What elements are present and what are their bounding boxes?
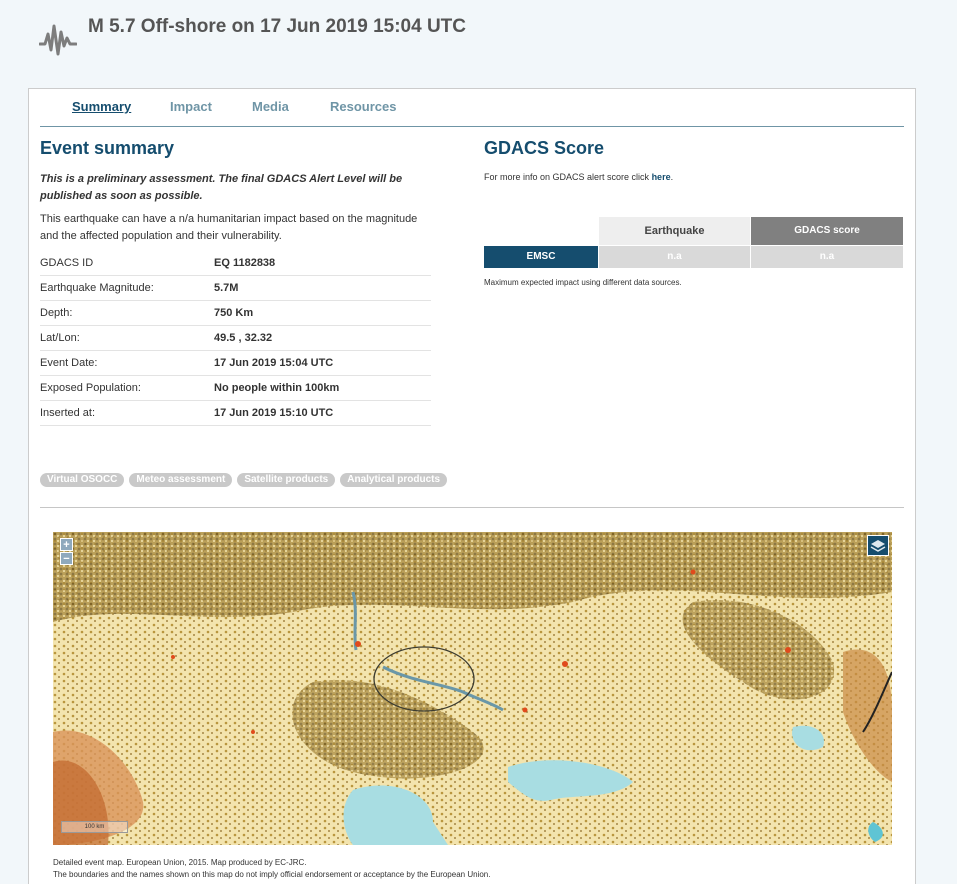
info-row-magnitude: Earthquake Magnitude: 5.7M	[40, 276, 431, 301]
info-value: 17 Jun 2019 15:04 UTC	[214, 357, 334, 369]
info-value: 750 Km	[214, 307, 254, 319]
satellite-products-button[interactable]: Satellite products	[237, 473, 336, 487]
info-row-event-date: Event Date: 17 Jun 2019 15:04 UTC	[40, 351, 431, 376]
product-pills: Virtual OSOCC Meteo assessment Satellite p…	[40, 469, 452, 487]
info-row-gdacs-id: GDACS ID EQ 1182838	[40, 251, 431, 276]
tab-impact[interactable]: Impact	[170, 99, 212, 114]
info-value: 5.7M	[214, 282, 239, 294]
info-label: Exposed Population:	[40, 382, 141, 394]
info-row-latlon: Lat/Lon: 49.5 , 32.32	[40, 326, 431, 351]
score-info-prefix: For more info on GDACS alert score click	[484, 172, 652, 182]
gdacs-score-heading: GDACS Score	[484, 138, 605, 158]
event-info-table: GDACS ID EQ 1182838 Earthquake Magnitude…	[40, 251, 431, 426]
info-value: 17 Jun 2019 15:10 UTC	[214, 407, 334, 419]
zoom-in-button[interactable]: +	[60, 538, 73, 551]
event-map[interactable]: + − 100 km	[53, 532, 892, 845]
earthquake-column-header: Earthquake	[599, 217, 750, 245]
info-row-depth: Depth: 750 Km	[40, 301, 431, 326]
meteo-assessment-button[interactable]: Meteo assessment	[129, 473, 233, 487]
tab-bar: Summary Impact Media Resources	[40, 89, 904, 127]
gdacs-score-value: n.a	[751, 246, 903, 268]
map-caption-line1: Detailed event map. European Union, 2015…	[53, 858, 307, 867]
section-divider	[40, 507, 904, 508]
info-row-exposed-population: Exposed Population: No people within 100…	[40, 376, 431, 401]
tab-summary[interactable]: Summary	[72, 99, 131, 114]
gdacs-score-column-header: GDACS score	[751, 217, 903, 245]
map-caption: Detailed event map. European Union, 2015…	[53, 857, 490, 881]
score-info-link[interactable]: here	[652, 172, 671, 182]
map-terrain	[53, 532, 892, 845]
info-label: Event Date:	[40, 357, 98, 369]
map-caption-line2: The boundaries and the names shown on th…	[53, 870, 491, 879]
info-label: GDACS ID	[40, 257, 94, 269]
earthquake-score-value: n.a	[599, 246, 750, 268]
analytical-products-button[interactable]: Analytical products	[340, 473, 448, 487]
info-row-inserted-at: Inserted at: 17 Jun 2019 15:10 UTC	[40, 401, 431, 426]
info-label: Inserted at:	[40, 407, 96, 419]
tab-media[interactable]: Media	[252, 99, 289, 114]
event-summary-heading: Event summary	[40, 138, 175, 158]
seismograph-icon	[39, 24, 77, 56]
info-value: 49.5 , 32.32	[214, 332, 273, 344]
info-label: Lat/Lon:	[40, 332, 80, 344]
virtual-osocc-button[interactable]: Virtual OSOCC	[40, 473, 125, 487]
tab-resources[interactable]: Resources	[330, 99, 396, 114]
score-info-text: For more info on GDACS alert score click…	[484, 172, 673, 182]
event-card: Summary Impact Media Resources Event sum…	[28, 88, 916, 884]
zoom-out-button[interactable]: −	[60, 552, 73, 565]
preliminary-notice: This is a preliminary assessment. The fi…	[40, 173, 403, 202]
score-info-suffix: .	[670, 172, 674, 182]
info-value: EQ 1182838	[214, 257, 276, 269]
score-table: Earthquake GDACS score EMSC n.a n.a	[484, 217, 903, 269]
score-note: Maximum expected impact using different …	[484, 278, 682, 287]
source-label: EMSC	[484, 246, 598, 268]
info-value: No people within 100km	[214, 382, 340, 394]
info-label: Depth:	[40, 307, 73, 319]
map-scale: 100 km	[61, 821, 128, 833]
page-title: M 5.7 Off-shore on 17 Jun 2019 15:04 UTC	[88, 16, 467, 37]
impact-text: This earthquake can have a n/a humanitar…	[40, 213, 418, 242]
page-header: M 5.7 Off-shore on 17 Jun 2019 15:04 UTC	[0, 0, 957, 88]
info-label: Earthquake Magnitude:	[40, 282, 154, 294]
layers-icon[interactable]	[867, 535, 889, 556]
